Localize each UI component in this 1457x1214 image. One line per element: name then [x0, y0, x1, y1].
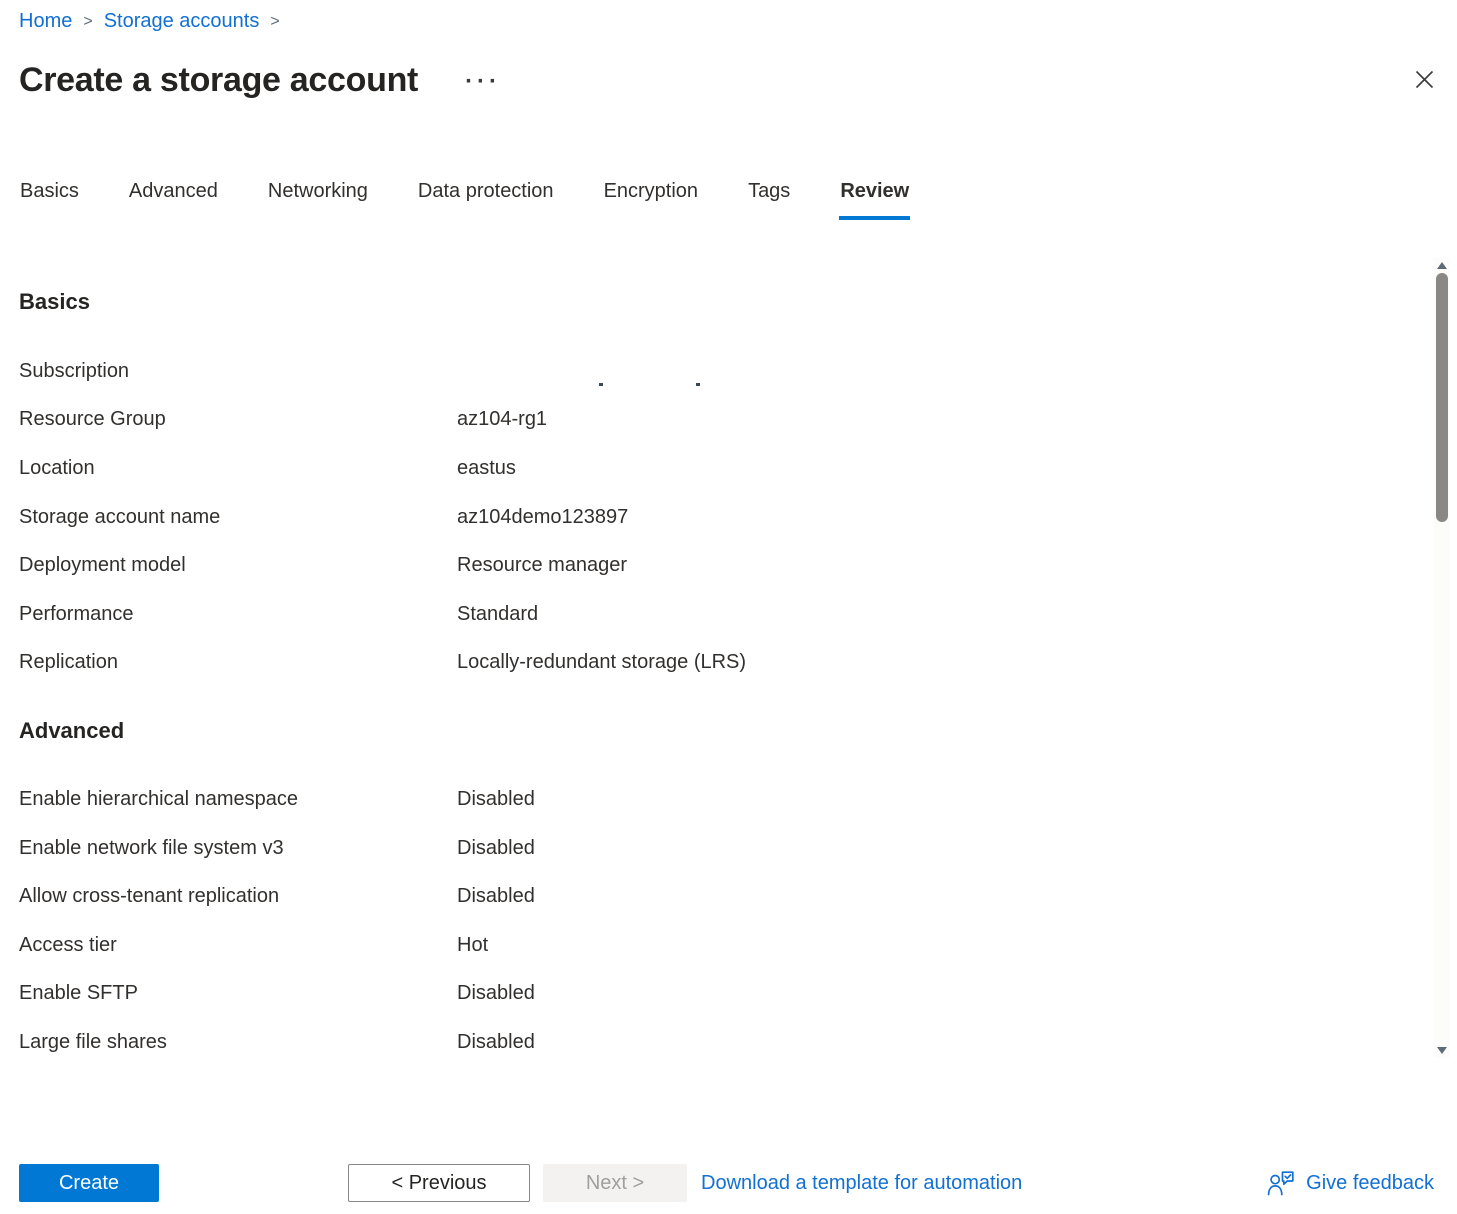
- tab-advanced[interactable]: Advanced: [128, 178, 219, 220]
- scroll-down-arrow-icon[interactable]: [1437, 1047, 1447, 1054]
- row-value: Disabled: [457, 837, 1457, 860]
- row-label: Resource Group: [19, 408, 457, 431]
- basics-rows: Subscription Resource Group az104-rg1 Lo…: [19, 347, 1457, 687]
- row-label: Replication: [19, 651, 457, 674]
- row-value: az104-rg1: [457, 408, 1457, 431]
- row-value: Standard: [457, 603, 1457, 626]
- basics-section-heading: Basics: [19, 287, 1457, 317]
- review-row-storage-account-name: Storage account name az104demo123897: [19, 493, 1457, 542]
- review-row-location: Location eastus: [19, 444, 1457, 493]
- row-label: Enable SFTP: [19, 982, 457, 1005]
- feedback-person-bubble-icon: [1267, 1170, 1295, 1196]
- review-row-large-file-shares: Large file shares Disabled: [19, 1018, 1457, 1058]
- wizard-footer: Create < Previous Next > Download a temp…: [19, 1163, 1438, 1203]
- redacted-value-artifact: [457, 383, 700, 386]
- review-row-nfs-v3: Enable network file system v3 Disabled: [19, 824, 1457, 873]
- breadcrumb-home-link[interactable]: Home: [19, 9, 72, 33]
- breadcrumb-storage-accounts-link[interactable]: Storage accounts: [104, 9, 260, 33]
- page-title: Create a storage account: [19, 61, 418, 100]
- wizard-tabs: Basics Advanced Networking Data protecti…: [19, 178, 1457, 220]
- row-value: [457, 360, 1457, 383]
- tab-review[interactable]: Review: [839, 178, 910, 220]
- review-row-enable-sftp: Enable SFTP Disabled: [19, 970, 1457, 1019]
- next-button[interactable]: Next >: [543, 1164, 687, 1202]
- row-value: Hot: [457, 934, 1457, 957]
- advanced-rows: Enable hierarchical namespace Disabled E…: [19, 775, 1457, 1058]
- scrollbar-thumb[interactable]: [1436, 273, 1448, 522]
- row-value: Disabled: [457, 982, 1457, 1005]
- advanced-section-heading: Advanced: [19, 716, 1457, 746]
- row-label: Enable network file system v3: [19, 837, 457, 860]
- page-header: Create a storage account ···: [19, 58, 1457, 102]
- tab-encryption[interactable]: Encryption: [603, 178, 700, 220]
- review-row-resource-group: Resource Group az104-rg1: [19, 396, 1457, 445]
- row-label: Subscription: [19, 360, 457, 383]
- row-label: Performance: [19, 603, 457, 626]
- row-value: az104demo123897: [457, 506, 1457, 529]
- row-value: eastus: [457, 457, 1457, 480]
- vertical-scrollbar[interactable]: [1434, 258, 1450, 1058]
- row-value: Disabled: [457, 1031, 1457, 1054]
- row-value: Disabled: [457, 788, 1457, 811]
- review-row-replication: Replication Locally-redundant storage (L…: [19, 639, 1457, 688]
- review-row-subscription: Subscription: [19, 347, 1457, 396]
- row-label: Deployment model: [19, 554, 457, 577]
- review-row-cross-tenant-replication: Allow cross-tenant replication Disabled: [19, 872, 1457, 921]
- breadcrumb-chevron-icon: >: [83, 8, 92, 34]
- close-icon: [1415, 70, 1434, 89]
- row-label: Allow cross-tenant replication: [19, 885, 457, 908]
- tab-basics[interactable]: Basics: [19, 178, 80, 220]
- breadcrumb-chevron-icon: >: [270, 8, 279, 34]
- row-label: Enable hierarchical namespace: [19, 788, 457, 811]
- review-content-pane: Basics Subscription Resource Group az104…: [0, 258, 1457, 1058]
- give-feedback-label: Give feedback: [1306, 1172, 1434, 1195]
- row-label: Large file shares: [19, 1031, 457, 1054]
- row-value: Disabled: [457, 885, 1457, 908]
- create-button[interactable]: Create: [19, 1164, 159, 1202]
- breadcrumb: Home > Storage accounts >: [0, 0, 1457, 34]
- download-template-link[interactable]: Download a template for automation: [701, 1172, 1022, 1195]
- row-value: Resource manager: [457, 554, 1457, 577]
- close-button[interactable]: [1409, 64, 1439, 94]
- tab-networking[interactable]: Networking: [267, 178, 369, 220]
- tab-data-protection[interactable]: Data protection: [417, 178, 555, 220]
- ellipsis-icon[interactable]: ···: [465, 73, 501, 87]
- review-row-hierarchical-namespace: Enable hierarchical namespace Disabled: [19, 775, 1457, 824]
- tab-tags[interactable]: Tags: [747, 178, 791, 220]
- review-row-deployment-model: Deployment model Resource manager: [19, 541, 1457, 590]
- row-label: Location: [19, 457, 457, 480]
- row-label: Access tier: [19, 934, 457, 957]
- row-value: Locally-redundant storage (LRS): [457, 651, 1457, 674]
- give-feedback-link[interactable]: Give feedback: [1267, 1170, 1434, 1196]
- review-row-access-tier: Access tier Hot: [19, 921, 1457, 970]
- review-row-performance: Performance Standard: [19, 590, 1457, 639]
- scroll-up-arrow-icon[interactable]: [1437, 262, 1447, 269]
- row-label: Storage account name: [19, 506, 457, 529]
- previous-button[interactable]: < Previous: [348, 1164, 530, 1202]
